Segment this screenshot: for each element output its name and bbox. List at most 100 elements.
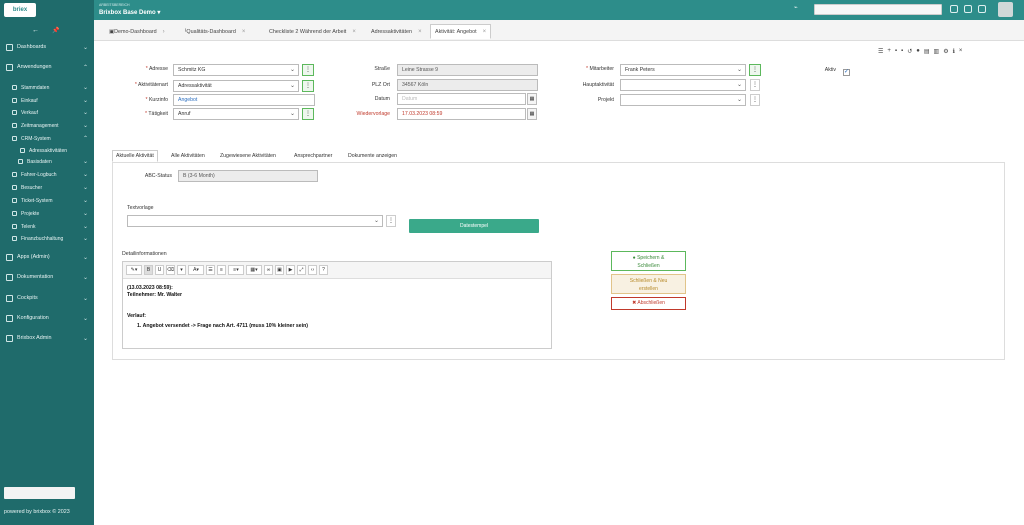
calendar-icon[interactable]: ▦: [527, 108, 537, 120]
bold-icon[interactable]: B: [144, 265, 153, 275]
close-new-button[interactable]: Schließen & Neu erstellen: [611, 274, 686, 294]
magic-icon[interactable]: ✎▾: [126, 265, 142, 275]
sidebar-item-dashboards[interactable]: Dashboards ⌄: [6, 42, 88, 52]
tab-zugewiesene-aktivitaeten[interactable]: Zugewiesene Aktivitäten: [217, 150, 279, 162]
workspace-selector[interactable]: Brixbox Base Demo ▾: [99, 9, 160, 16]
sidebar-item-brixbox-admin[interactable]: Brixbox Admin ⌄: [6, 333, 88, 343]
brixbox-logo[interactable]: briex: [4, 3, 36, 17]
tab-demo-dashboard[interactable]: ▣ Demo-Dashboard ›: [104, 24, 170, 39]
underline-icon[interactable]: U: [155, 265, 164, 275]
textvorlage-select[interactable]: ⌄: [127, 215, 383, 227]
hauptaktivitaet-more-button[interactable]: ⋮: [750, 79, 760, 91]
sidebar-item-projekte[interactable]: Projekte ⌄: [12, 209, 88, 218]
datestempel-button[interactable]: Datestempel: [409, 219, 539, 233]
tab-qualitaets-dashboard[interactable]: ⍿ Qualitäts-Dashboard ×: [180, 24, 250, 39]
copy-icon[interactable]: ▤: [924, 48, 930, 58]
link-icon[interactable]: ∞: [264, 265, 273, 275]
close-icon[interactable]: ›: [163, 29, 165, 35]
tab-aktuelle-aktivitaet[interactable]: Aktuelle Aktivität: [112, 150, 158, 162]
close-icon[interactable]: ×: [418, 29, 422, 35]
tab-dokumente-anzeigen[interactable]: Dokumente anzeigen: [345, 150, 400, 162]
projekt-more-button[interactable]: ⋮: [750, 94, 760, 106]
taetigkeit-select[interactable]: Anruf ⌄: [173, 108, 299, 120]
avatar[interactable]: [998, 2, 1013, 17]
sidebar-item-dokumentation[interactable]: Dokumentation ⌄: [6, 272, 88, 282]
unordered-list-icon[interactable]: ☰: [206, 265, 215, 275]
align-icon[interactable]: ≡▾: [228, 265, 244, 275]
datum-input[interactable]: Datum: [397, 93, 526, 105]
kurzinfo-input[interactable]: Angebot: [173, 94, 315, 106]
rich-text-editor[interactable]: ✎▾ B U ⌫ ▾ A▾ ☰ ≡ ≡▾ ▦▾ ∞ ▣ ▶ ⤢ ‹› ? (13…: [122, 261, 552, 349]
close-icon[interactable]: ×: [352, 29, 356, 35]
info-icon[interactable]: ℹ: [953, 48, 955, 58]
help-icon[interactable]: ?: [319, 265, 328, 275]
close-icon[interactable]: ×: [959, 48, 963, 58]
bell-icon[interactable]: [978, 5, 986, 13]
tab-checkliste[interactable]: Checkliste 2 Während der Arbeit ×: [264, 24, 361, 39]
sidebar-item-finanzbuchhaltung[interactable]: Finanzbuchhaltung ⌄: [12, 234, 88, 243]
ordered-list-icon[interactable]: ≡: [217, 265, 226, 275]
close-icon[interactable]: ×: [242, 29, 246, 35]
sidebar-item-cockpits[interactable]: Cockpits ⌄: [6, 293, 88, 303]
editor-content[interactable]: (13.03.2023 08:59): Teilnehmer: Mr. Walt…: [123, 279, 551, 336]
print-icon[interactable]: ▥: [934, 48, 940, 58]
aktivitaetenart-select[interactable]: Adressaktivität ⌄: [173, 80, 299, 92]
user-status-icon[interactable]: ⌁: [794, 4, 798, 11]
gear-icon[interactable]: [964, 5, 972, 13]
tab-ansprechpartner[interactable]: Ansprechpartner: [291, 150, 335, 162]
sidebar-item-telenk[interactable]: Telenk ⌄: [12, 222, 88, 231]
projekt-select[interactable]: ⌄: [620, 94, 746, 106]
sidebar-item-ticket-system[interactable]: Ticket-System ⌄: [12, 196, 88, 205]
sidebar-item-anwendungen[interactable]: Anwendungen ⌃: [6, 62, 88, 72]
calendar-icon[interactable]: ▦: [527, 93, 537, 105]
sidebar-item-verkauf[interactable]: Verkauf ⌄: [12, 108, 88, 117]
back-arrow-icon[interactable]: ←: [32, 27, 39, 34]
adresse-select[interactable]: Schmitz KG ⌄: [173, 64, 299, 76]
global-search-input[interactable]: [814, 4, 942, 15]
list-icon[interactable]: ☰: [878, 48, 883, 58]
wiedervorlage-input[interactable]: 17.03.2023 08:59: [397, 108, 526, 120]
aktiv-checkbox[interactable]: ✓: [843, 69, 850, 76]
sidebar-item-fahrer-logbuch[interactable]: Fahrer-Logbuch ⌄: [12, 170, 88, 179]
sidebar-item-stammdaten[interactable]: Stammdaten ⌄: [12, 83, 88, 92]
sidebar-item-adressaktivitaeten[interactable]: Adressaktivitäten: [20, 146, 88, 155]
sidebar-item-basisdaten[interactable]: Basisdaten ⌄: [18, 157, 88, 166]
hauptaktivitaet-select[interactable]: ⌄: [620, 79, 746, 91]
tab-adressaktivitaeten[interactable]: Adressaktivitäten ×: [366, 24, 427, 39]
sidebar-item-konfiguration[interactable]: Konfiguration ⌄: [6, 313, 88, 323]
image-icon[interactable]: ▣: [275, 265, 284, 275]
plus-icon[interactable]: +: [887, 48, 891, 58]
mitarbeiter-more-button[interactable]: ⋮: [749, 64, 761, 76]
sidebar-item-apps-admin[interactable]: Apps (Admin) ⌄: [6, 252, 88, 262]
fullscreen-icon[interactable]: ⤢: [297, 265, 306, 275]
close-icon[interactable]: ×: [483, 29, 487, 35]
adresse-more-button[interactable]: ⋮: [302, 64, 314, 76]
sidebar-item-einkauf[interactable]: Einkauf ⌄: [12, 96, 88, 105]
settings-icon[interactable]: ⚙: [943, 48, 948, 58]
abschliessen-button[interactable]: ✖ Abschließen: [611, 297, 686, 310]
home-icon[interactable]: [950, 5, 958, 13]
chat-icon[interactable]: ●: [916, 48, 920, 58]
textvorlage-more-button[interactable]: ⋮: [386, 215, 396, 227]
history-icon[interactable]: ↺: [907, 48, 912, 58]
aktivitaetenart-more-button[interactable]: ⋮: [302, 80, 314, 92]
sidebar-search-input[interactable]: [4, 487, 75, 499]
save-icon[interactable]: ▪: [895, 48, 897, 58]
font-color-icon[interactable]: A▾: [188, 265, 204, 275]
table-icon[interactable]: ▦▾: [246, 265, 262, 275]
font-size-icon[interactable]: ▾: [177, 265, 186, 275]
taetigkeit-more-button[interactable]: ⋮: [302, 108, 314, 120]
sidebar: briex ← 📌 Dashboards ⌄ Anwendungen ⌃ Stamm…: [0, 0, 94, 525]
pin-icon[interactable]: 📌: [52, 27, 59, 34]
video-icon[interactable]: ▶: [286, 265, 295, 275]
eraser-icon[interactable]: ⌫: [166, 265, 175, 275]
trash-icon[interactable]: ▪: [901, 48, 903, 58]
tab-alle-aktivitaeten[interactable]: Alle Aktivitäten: [168, 150, 208, 162]
sidebar-item-zeitmanagement[interactable]: Zeitmanagement ⌄: [12, 121, 88, 130]
tab-aktivitaet-angebot[interactable]: Aktivität: Angebot ×: [430, 24, 492, 39]
sidebar-item-besucher[interactable]: Besucher ⌄: [12, 183, 88, 192]
mitarbeiter-select[interactable]: Frank Peters ⌄: [620, 64, 746, 76]
sidebar-item-crm[interactable]: CRM-System ⌃: [12, 134, 88, 143]
code-view-icon[interactable]: ‹›: [308, 265, 317, 275]
save-close-button[interactable]: ● Speichern & Schließen: [611, 251, 686, 271]
